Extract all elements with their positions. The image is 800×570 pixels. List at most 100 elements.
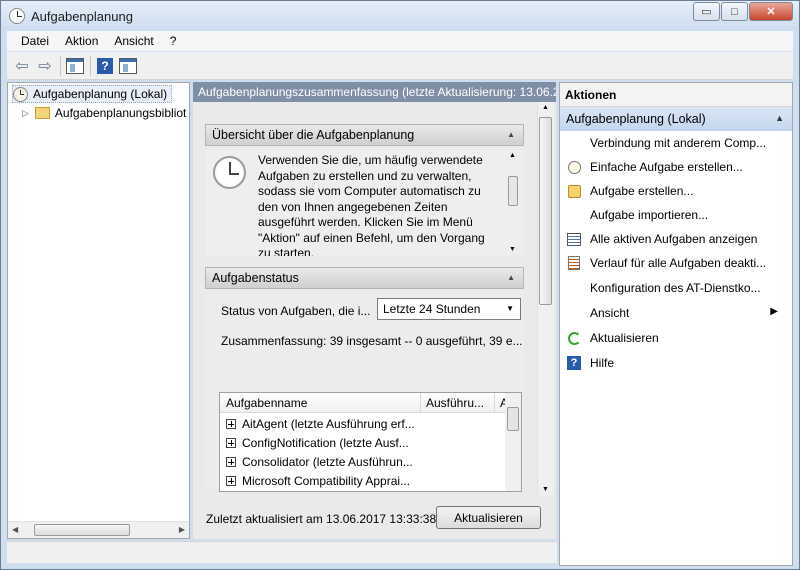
expand-plus-icon[interactable] [226, 475, 236, 486]
action-label: Aktualisieren [590, 331, 659, 345]
task-name: ConfigNotification (letzte Ausf... [242, 435, 409, 450]
scroll-down-icon[interactable]: ▼ [542, 486, 549, 493]
scrollbar-thumb[interactable] [507, 407, 519, 431]
action-import-task[interactable]: Aufgabe importieren... [566, 204, 790, 226]
menu-datei[interactable]: Datei [13, 34, 57, 48]
status-summary: Zusammenfassung: 39 insgesamt -- 0 ausge… [221, 334, 523, 348]
expand-plus-icon[interactable] [226, 456, 236, 467]
scrollbar-thumb[interactable] [34, 524, 130, 536]
blank-icon [566, 207, 582, 223]
column-header-name[interactable]: Aufgabenname [226, 396, 307, 410]
menu-help[interactable]: ? [162, 34, 185, 48]
actions-title: Aktionen [560, 83, 792, 107]
summary-footer: Zuletzt aktualisiert am 13.06.2017 13:33… [193, 502, 556, 539]
dropdown-value: Letzte 24 Stunden [383, 302, 481, 316]
scroll-left-icon[interactable]: ◀ [12, 525, 18, 534]
action-label: Einfache Aufgabe erstellen... [590, 160, 743, 174]
toolbar-separator [60, 55, 61, 76]
submenu-arrow-icon: ▶ [770, 306, 778, 317]
status-section: Status von Aufgaben, die i... Letzte 24 … [205, 290, 524, 492]
expand-arrow-icon[interactable]: ▷ [22, 108, 29, 119]
table-scrollbar[interactable] [505, 393, 521, 491]
back-arrow-icon[interactable]: ⇦ [11, 56, 33, 76]
action-refresh[interactable]: Aktualisieren [566, 327, 790, 349]
show-hide-console-tree-icon[interactable] [64, 56, 86, 76]
action-connect-computer[interactable]: Verbindung mit anderem Comp... [566, 132, 790, 154]
tree-horizontal-scrollbar[interactable]: ◀ ▶ [8, 521, 189, 538]
section-title: Übersicht über die Aufgabenplanung [212, 128, 415, 142]
help-icon: ? [566, 355, 582, 371]
refresh-button[interactable]: Aktualisieren [436, 506, 541, 529]
folder-clock-icon [34, 107, 50, 119]
show-hide-action-pane-icon[interactable] [117, 56, 139, 76]
minimize-button[interactable]: ▭ [693, 2, 720, 21]
title-bar[interactable]: Aufgabenplanung ▭ □ ✕ [1, 1, 799, 31]
collapse-arrow-icon[interactable]: ▲ [507, 130, 515, 139]
scroll-down-icon[interactable]: ▼ [509, 246, 516, 253]
time-range-dropdown[interactable]: Letzte 24 Stunden ▼ [377, 298, 521, 320]
menu-aktion[interactable]: Aktion [57, 34, 106, 48]
action-view-submenu[interactable]: Ansicht ▶ [566, 302, 790, 324]
task-name: AitAgent (letzte Ausführung erf... [242, 416, 415, 431]
window-controls: ▭ □ ✕ [692, 2, 793, 21]
blank-icon [566, 305, 582, 321]
column-divider[interactable] [420, 393, 421, 413]
status-filter-label: Status von Aufgaben, die i... [221, 304, 371, 318]
action-label: Aufgabe erstellen... [590, 184, 694, 198]
column-header-run[interactable]: Ausführu... [426, 396, 484, 410]
forward-arrow-icon[interactable]: ⇨ [34, 56, 56, 76]
action-at-service-config[interactable]: Konfiguration des AT-Dienstko... [566, 277, 790, 299]
overview-scrollbar[interactable]: ▲ ▼ [506, 152, 520, 253]
create-task-icon [566, 183, 582, 199]
table-row[interactable]: Consolidator (letzte Ausführun... [226, 452, 413, 471]
table-row[interactable]: ConfigNotification (letzte Ausf... [226, 433, 409, 452]
action-create-basic-task[interactable]: Einfache Aufgabe erstellen... [566, 156, 790, 178]
toolbar: ⇦ ⇨ ? [7, 52, 793, 80]
overview-section-header[interactable]: Übersicht über die Aufgabenplanung ▲ [205, 124, 524, 146]
summary-header: Aufgabenplanungszusammenfassung (letzte … [193, 82, 556, 102]
actions-pane: Aktionen Aufgabenplanung (Lokal) ▲ Verbi… [559, 82, 793, 566]
collapse-arrow-icon[interactable]: ▲ [775, 113, 784, 123]
collapse-arrow-icon[interactable]: ▲ [507, 273, 515, 282]
action-label: Aufgabe importieren... [590, 208, 709, 222]
action-create-task[interactable]: Aufgabe erstellen... [566, 180, 790, 202]
action-show-running-tasks[interactable]: Alle aktiven Aufgaben anzeigen [566, 228, 790, 250]
menu-ansicht[interactable]: Ansicht [106, 34, 161, 48]
clock-icon [13, 86, 28, 102]
summary-scrollbar[interactable]: ▲ ▼ [537, 102, 553, 495]
refresh-icon [566, 330, 582, 346]
scroll-right-icon[interactable]: ▶ [179, 525, 185, 534]
help-icon[interactable]: ? [94, 56, 116, 76]
expand-plus-icon[interactable] [226, 418, 236, 429]
console-tree: Aufgabenplanung (Lokal) ▷ Aufgabenplanun… [7, 82, 190, 539]
window-title: Aufgabenplanung [31, 9, 133, 24]
scroll-up-icon[interactable]: ▲ [509, 152, 516, 159]
menu-bar: Datei Aktion Ansicht ? [7, 31, 793, 51]
table-row[interactable]: Microsoft Compatibility Apprai... [226, 471, 410, 490]
task-scheduler-app-icon [9, 8, 25, 24]
expand-plus-icon[interactable] [226, 437, 236, 448]
close-button[interactable]: ✕ [749, 2, 793, 21]
actions-group-label: Aufgabenplanung (Lokal) [566, 112, 706, 126]
summary-pane: Aufgabenplanungszusammenfassung (letzte … [193, 82, 556, 539]
action-label: Konfiguration des AT-Dienstko... [590, 281, 761, 295]
overview-description: Verwenden Sie die, um häufig verwendete … [258, 153, 485, 256]
tree-item-root[interactable]: Aufgabenplanung (Lokal) [12, 85, 173, 103]
scrollbar-thumb[interactable] [539, 117, 552, 305]
table-row[interactable]: AitAgent (letzte Ausführung erf... [226, 414, 415, 433]
tree-item-library[interactable]: ▷ Aufgabenplanungsbibliot [22, 104, 186, 122]
maximize-button[interactable]: □ [721, 2, 748, 21]
task-name: Consolidator (letzte Ausführun... [242, 454, 413, 469]
scroll-up-icon[interactable]: ▲ [542, 104, 549, 111]
status-section-header[interactable]: Aufgabenstatus ▲ [205, 267, 524, 289]
tree-item-label: Aufgabenplanungsbibliot [54, 106, 187, 120]
scrollbar-thumb[interactable] [508, 176, 518, 206]
status-bar [7, 541, 557, 563]
actions-group-header[interactable]: Aufgabenplanung (Lokal) ▲ [560, 107, 792, 131]
action-disable-history[interactable]: Verlauf für alle Aufgaben deakti... [566, 252, 790, 274]
action-help[interactable]: ? Hilfe [566, 352, 790, 374]
action-label: Ansicht [590, 306, 630, 320]
toolbar-separator [90, 55, 91, 76]
column-divider[interactable] [494, 393, 495, 413]
chevron-down-icon: ▼ [506, 304, 514, 313]
